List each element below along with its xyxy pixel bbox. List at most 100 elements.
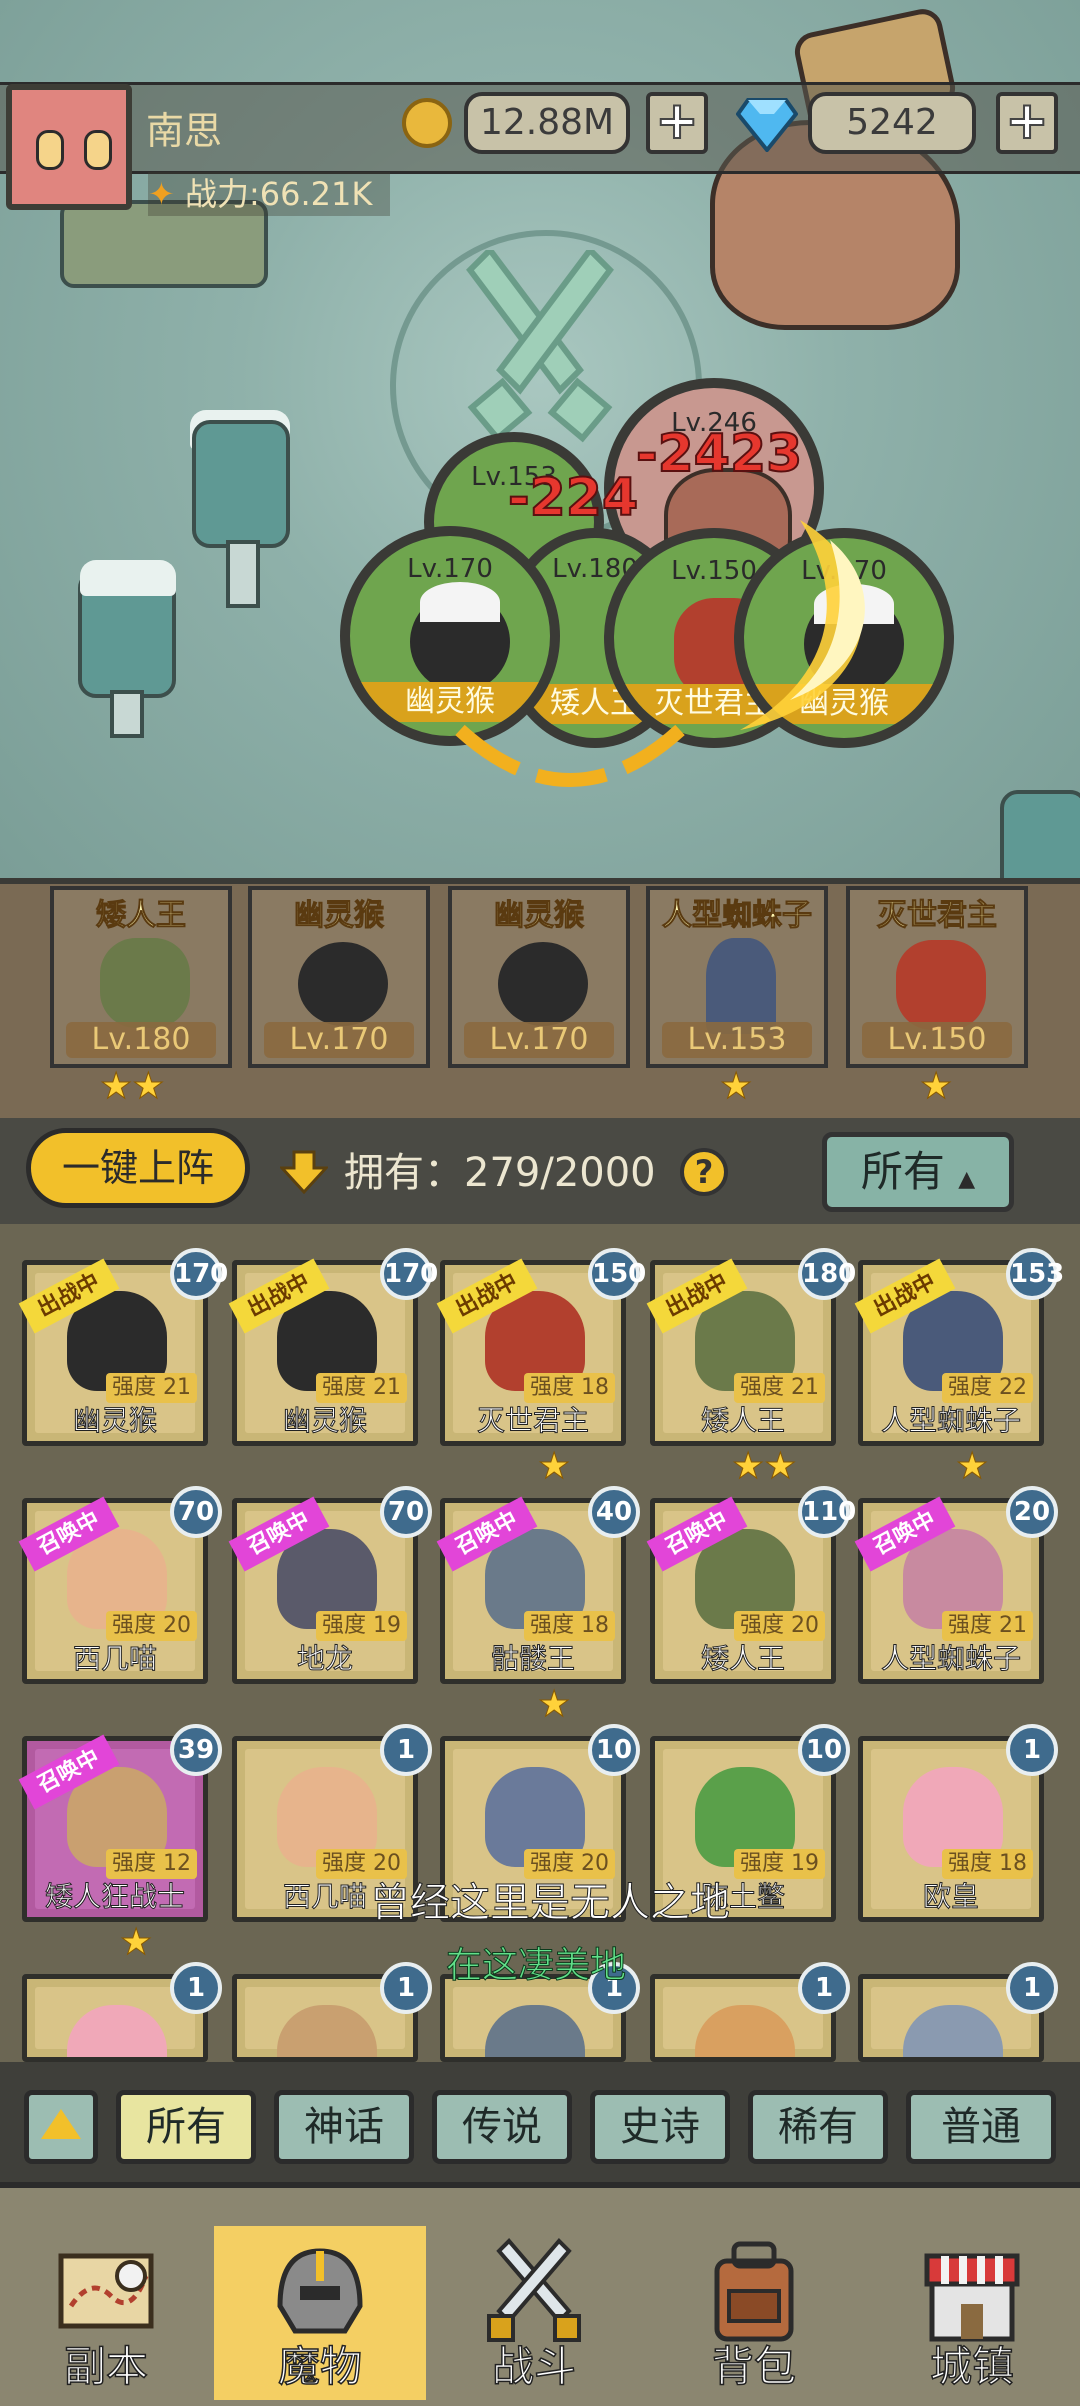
power-icon: ✦ bbox=[148, 175, 185, 213]
avatar-eye bbox=[36, 130, 64, 170]
nav-label: 魔物 bbox=[277, 2341, 363, 2392]
level-badge: 110 bbox=[798, 1486, 856, 1538]
triangle-up-icon bbox=[41, 2109, 81, 2139]
level-badge: 40 bbox=[588, 1486, 640, 1538]
monster-name: 矮人王 bbox=[700, 1404, 785, 1438]
gold-coin-icon bbox=[402, 98, 452, 148]
star-rating: ★ bbox=[955, 1446, 989, 1488]
combat-power-text: 战力:66.21K bbox=[184, 175, 373, 213]
level-badge: 20 bbox=[1006, 1486, 1058, 1538]
formation-unit-level: Lv.170 bbox=[264, 1022, 414, 1058]
monster-name: 灭世君主 bbox=[476, 1404, 589, 1438]
helmet-icon bbox=[277, 2248, 363, 2334]
player-avatar[interactable] bbox=[6, 84, 132, 210]
star-rating: ★ bbox=[919, 1066, 953, 1108]
owned-count: 拥有：279/2000 bbox=[344, 1150, 656, 1196]
overlord-sprite bbox=[896, 940, 986, 1030]
star-rating: ★ bbox=[537, 1446, 571, 1488]
monster-name: 人型蜘蛛子 bbox=[880, 1404, 1021, 1438]
unit-name: 幽灵猴 bbox=[350, 682, 550, 722]
level-badge: 1 bbox=[1006, 1724, 1058, 1776]
level-badge: 70 bbox=[380, 1486, 432, 1538]
nav-label: 背包 bbox=[711, 2341, 797, 2392]
formation-unit-name: 人型蜘蛛子 bbox=[662, 898, 813, 934]
monster-name: 西几喵 bbox=[72, 1642, 157, 1676]
nav-battle[interactable]: 战斗 bbox=[428, 2226, 640, 2400]
nav-label: 副本 bbox=[63, 2341, 149, 2392]
tree-decoration bbox=[192, 420, 290, 548]
formation-unit-name: 幽灵猴 bbox=[294, 898, 385, 934]
formation-unit-name: 灭世君主 bbox=[877, 898, 998, 934]
add-gems-button[interactable]: + bbox=[996, 92, 1058, 154]
formation-slot[interactable]: 人型蜘蛛子 Lv.153 bbox=[646, 886, 828, 1068]
level-badge: 170 bbox=[380, 1248, 438, 1300]
add-gold-button[interactable]: + bbox=[646, 92, 708, 154]
formation-slot[interactable]: 幽灵猴 Lv.170 bbox=[248, 886, 430, 1068]
collapse-button[interactable] bbox=[24, 2090, 98, 2164]
selection-arc-icon bbox=[455, 724, 685, 787]
tree-trunk-decoration bbox=[226, 540, 260, 608]
star-rating: ★ bbox=[537, 1684, 571, 1726]
monster-name: 骷髅王 bbox=[490, 1642, 575, 1676]
nav-backpack[interactable]: 背包 bbox=[648, 2226, 860, 2400]
damage-number: -2423 bbox=[635, 423, 803, 485]
level-badge: 1 bbox=[380, 1724, 432, 1776]
spider-girl-sprite bbox=[706, 938, 776, 1034]
star-rating: ★★ bbox=[732, 1446, 798, 1488]
level-badge: 150 bbox=[588, 1248, 646, 1300]
formation-unit-level: Lv.150 bbox=[862, 1022, 1012, 1058]
sort-arrow-down-icon[interactable] bbox=[280, 1150, 328, 1194]
filter-dropdown-label: 所有 bbox=[860, 1147, 945, 1196]
monster-name: 地龙 bbox=[296, 1642, 353, 1676]
formation-unit-name: 幽灵猴 bbox=[494, 898, 585, 934]
damage-number: -224 bbox=[507, 467, 639, 529]
star-rating: ★★ bbox=[100, 1066, 166, 1108]
nav-label: 城镇 bbox=[929, 2341, 1015, 2392]
swords-icon bbox=[487, 2238, 581, 2342]
monster-name: 幽灵猴 bbox=[282, 1404, 367, 1438]
auto-deploy-button[interactable]: 一键上阵 bbox=[26, 1128, 250, 1208]
star-rating: ★ bbox=[719, 1066, 753, 1108]
formation-unit-level: Lv.180 bbox=[66, 1022, 216, 1058]
avatar-eye bbox=[84, 130, 112, 170]
gold-amount: 12.88M bbox=[464, 92, 630, 154]
nav-town[interactable]: 城镇 bbox=[866, 2226, 1078, 2400]
caret-up-icon: ▲ bbox=[958, 1167, 976, 1192]
level-badge: 10 bbox=[798, 1724, 850, 1776]
monster-name: 矮人王 bbox=[700, 1642, 785, 1676]
subtitle-line: 在这凄美地 bbox=[445, 1945, 627, 1987]
tree-trunk-decoration bbox=[110, 690, 144, 738]
nav-dungeon[interactable]: 副本 bbox=[0, 2226, 212, 2400]
ghost-monkey-sprite bbox=[298, 942, 388, 1026]
battle-unit-circle: Lv.170 幽灵猴 bbox=[340, 526, 560, 746]
rarity-tab-all[interactable]: 所有 bbox=[116, 2090, 256, 2164]
crossed-swords-icon bbox=[466, 250, 614, 443]
level-badge: 153 bbox=[1006, 1248, 1064, 1300]
level-badge: 1 bbox=[170, 1962, 222, 2014]
formation-unit-name: 矮人王 bbox=[96, 898, 187, 934]
help-icon[interactable]: ? bbox=[680, 1148, 728, 1196]
monster-name: 幽灵猴 bbox=[72, 1404, 157, 1438]
level-badge: 10 bbox=[588, 1724, 640, 1776]
shop-icon bbox=[924, 2253, 1020, 2342]
backpack-icon bbox=[714, 2241, 794, 2342]
player-name: 南思 bbox=[146, 109, 223, 153]
monster-name: 欧皇 bbox=[922, 1880, 979, 1914]
monster-name: 矮人狂战士 bbox=[44, 1880, 185, 1914]
formation-slot[interactable]: 幽灵猴 Lv.170 bbox=[448, 886, 630, 1068]
rarity-tab-epic[interactable]: 史诗 bbox=[590, 2090, 730, 2164]
rarity-tab-rare[interactable]: 稀有 bbox=[748, 2090, 888, 2164]
rarity-tab-mythic[interactable]: 神话 bbox=[274, 2090, 414, 2164]
level-badge: 180 bbox=[798, 1248, 856, 1300]
filter-dropdown[interactable]: 所有 ▲ bbox=[822, 1132, 1014, 1212]
snow-decoration bbox=[80, 560, 176, 596]
rarity-tab-legendary[interactable]: 传说 bbox=[432, 2090, 572, 2164]
ghost-monkey-sprite bbox=[498, 942, 588, 1026]
formation-slot[interactable]: 矮人王 Lv.180 bbox=[50, 886, 232, 1068]
formation-slot[interactable]: 灭世君主 Lv.150 bbox=[846, 886, 1028, 1068]
level-badge: 70 bbox=[170, 1486, 222, 1538]
level-badge: 170 bbox=[170, 1248, 228, 1300]
nav-monsters[interactable]: 魔物 bbox=[214, 2226, 426, 2400]
rarity-tab-common[interactable]: 普通 bbox=[906, 2090, 1056, 2164]
formation-unit-level: Lv.153 bbox=[662, 1022, 812, 1058]
